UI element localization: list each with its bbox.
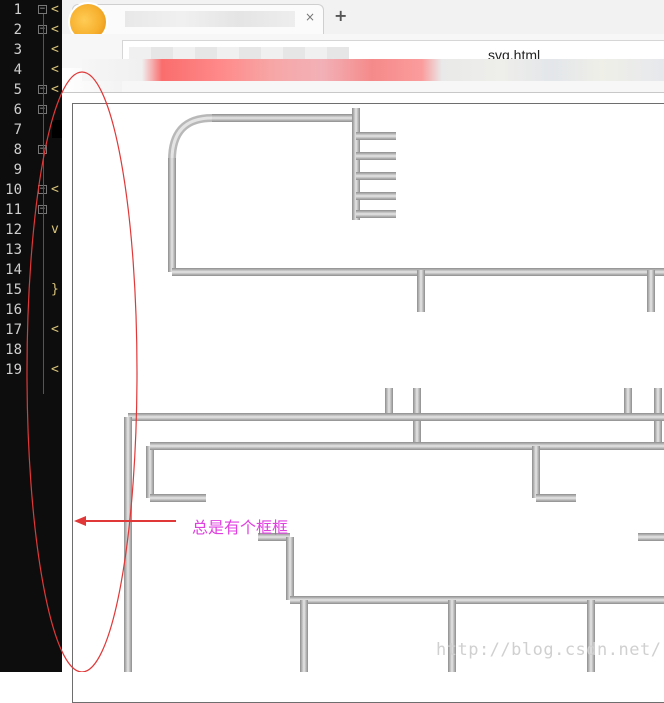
pipe-segment bbox=[168, 158, 176, 272]
pipe-segment bbox=[356, 152, 396, 160]
pipe-segment bbox=[128, 413, 664, 421]
pipe-segment bbox=[448, 600, 456, 672]
pipe-segment bbox=[300, 600, 308, 672]
pipe-segment bbox=[536, 494, 576, 502]
pipe-elbow bbox=[168, 114, 213, 161]
pipes-group bbox=[124, 108, 664, 672]
pipe-segment bbox=[150, 442, 664, 450]
pipe-segment bbox=[647, 270, 655, 312]
annotation-text: 总是有个框框 bbox=[192, 518, 289, 537]
pipe-segment bbox=[356, 132, 396, 140]
watermark: http://blog.csdn.net/ bbox=[436, 640, 662, 660]
pipe-segment bbox=[417, 270, 425, 312]
pipe-segment bbox=[124, 417, 132, 672]
pipe-segment bbox=[150, 494, 206, 502]
pipe-segment bbox=[356, 192, 396, 200]
pipe-segment bbox=[638, 533, 664, 541]
pipe-segment bbox=[356, 172, 396, 180]
annotation-ellipse bbox=[26, 71, 138, 672]
pipe-segment bbox=[587, 600, 595, 672]
pipe-segment bbox=[212, 114, 358, 122]
pipe-segment bbox=[356, 210, 396, 218]
pipe-segment bbox=[146, 446, 154, 498]
pipe-segment bbox=[352, 108, 360, 220]
pipe-segment bbox=[532, 446, 540, 498]
pipe-segment bbox=[286, 537, 294, 600]
pipe-segment bbox=[624, 388, 632, 416]
pipe-segment bbox=[290, 596, 664, 604]
pipe-drawing bbox=[26, 71, 664, 672]
pipe-segment bbox=[385, 388, 393, 416]
